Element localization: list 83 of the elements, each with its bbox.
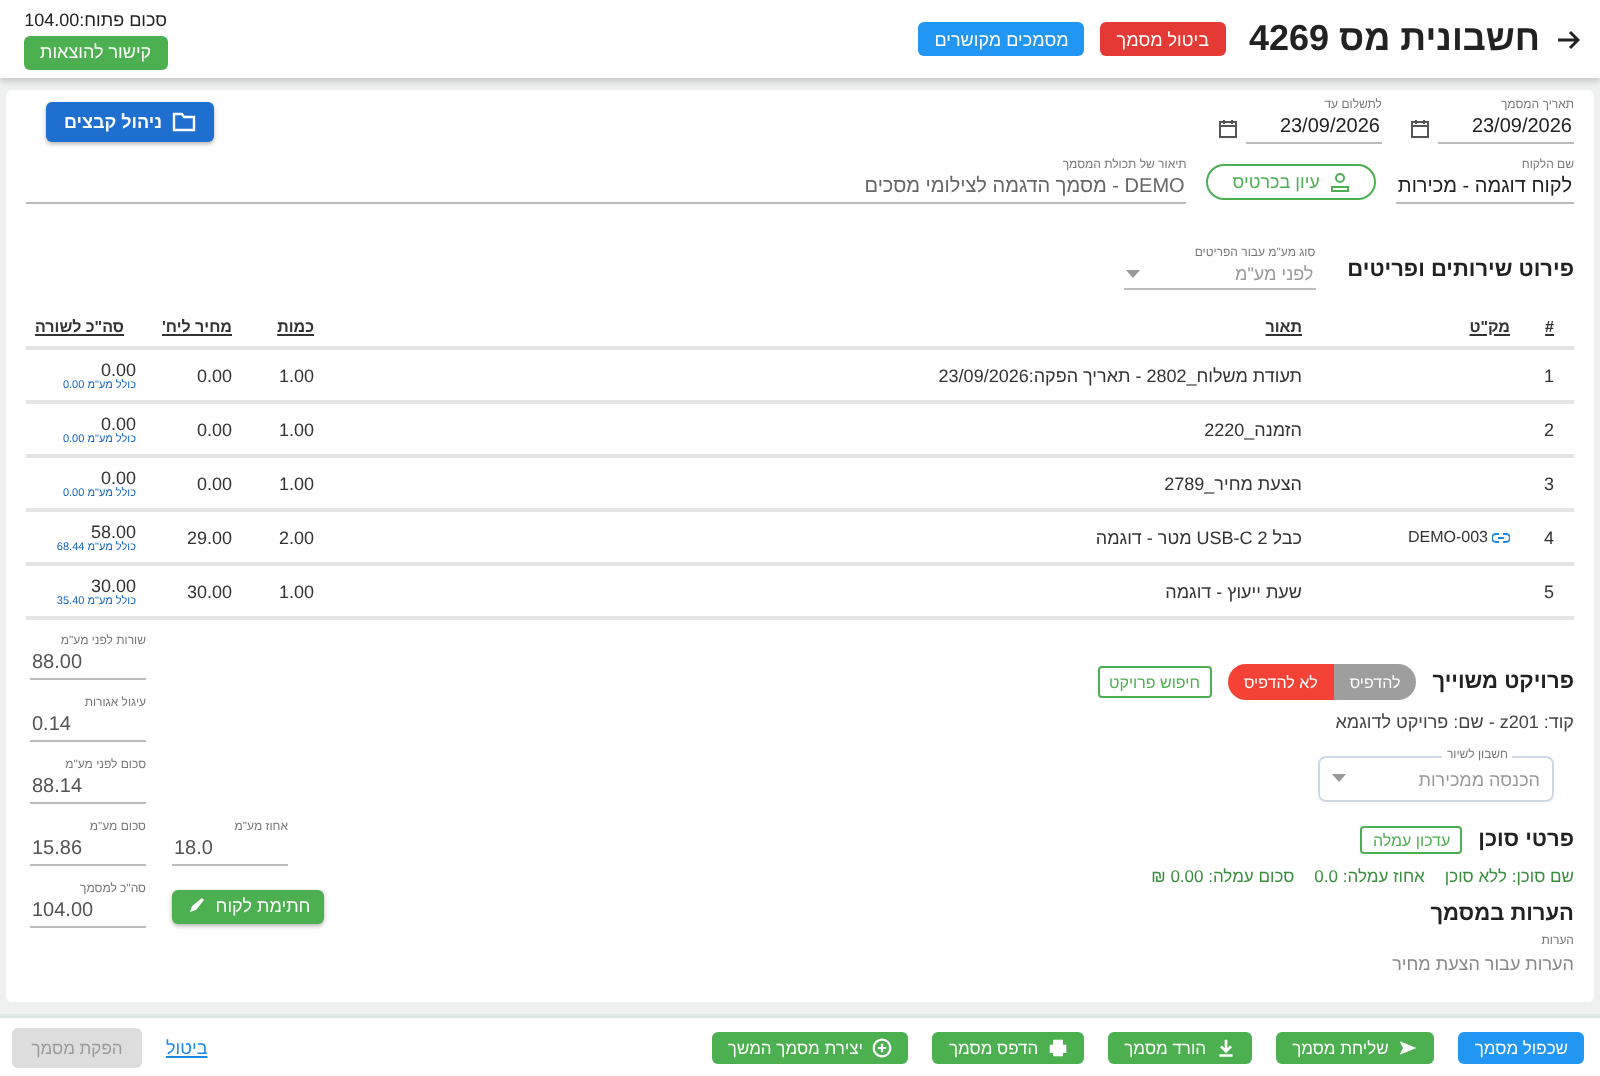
column-header[interactable]: מחיר ליח' xyxy=(136,317,244,335)
row-number: 3 xyxy=(1541,473,1556,493)
column-header[interactable]: # xyxy=(1522,317,1574,335)
table-cell-text: 1.00 xyxy=(276,419,316,439)
table-cell: 0.00 xyxy=(100,359,136,379)
column-header[interactable]: סה"כ לשורה xyxy=(26,317,136,335)
plus-circle-icon xyxy=(872,1038,893,1058)
vat-type-select[interactable]: לפני מע"מ xyxy=(1123,260,1316,290)
cancel-link[interactable]: ביטול xyxy=(166,1038,208,1058)
column-header[interactable]: מק"ט xyxy=(1314,317,1522,335)
agent-detail: שם סוכן: ללא סוכן xyxy=(1444,866,1574,886)
printer-icon xyxy=(1048,1038,1069,1058)
vat-percent-field[interactable]: 18.0 xyxy=(172,834,288,866)
row-number: 1 xyxy=(1541,365,1556,385)
project-info: קוד: z201 - שם: פרויקט לדוגמא xyxy=(1333,712,1574,732)
open-balance: סכום פתוח:104.00 xyxy=(24,9,168,29)
customer-field[interactable]: לקוח דוגמה - מכירות xyxy=(1395,172,1574,204)
column-header[interactable]: כמות xyxy=(244,317,326,335)
table-cell-text: הצעת מחיר_2789 xyxy=(1162,473,1304,493)
table-cell-text: 29.00 xyxy=(184,527,234,547)
row-number: 4 xyxy=(1541,527,1556,547)
notes-field[interactable]: הערות עבור הצעת מחיר xyxy=(1074,954,1574,974)
back-arrow-icon[interactable] xyxy=(1556,27,1580,51)
header-button[interactable]: מסמכים מקושרים xyxy=(918,22,1085,56)
footer-button[interactable]: שליחת מסמך xyxy=(1276,1032,1435,1064)
row-number: 2 xyxy=(1541,419,1556,439)
section-title: פירוט שירותים ופריטים xyxy=(1347,257,1574,281)
sku-text: DEMO-003 xyxy=(1407,528,1488,546)
section-title: פרטי סוכן xyxy=(1478,828,1574,852)
signature-button[interactable]: חתימת לקוח xyxy=(172,889,324,923)
caret-icon[interactable] xyxy=(1125,269,1140,279)
table-cell: 0.00 xyxy=(100,413,136,433)
table-cell-text: 0.00 xyxy=(194,473,234,493)
table-cell-text: 2.00 xyxy=(276,527,316,547)
date-field[interactable]: 23/09/2026 xyxy=(1246,112,1382,144)
section-title: פרויקט משוייך xyxy=(1432,670,1574,694)
page-title: חשבונית מס 4269 xyxy=(1249,18,1540,60)
download-icon xyxy=(1216,1038,1237,1058)
table-cell-text: 0.00 xyxy=(194,365,234,385)
table-cell-text: תעודת משלוח_2802 - תאריך הפקה:23/09/2026 xyxy=(936,365,1304,385)
calendar-icon[interactable] xyxy=(1410,118,1430,138)
footer-button[interactable]: שכפול מסמך xyxy=(1458,1032,1584,1064)
date-field[interactable]: 23/09/2026 xyxy=(1438,112,1574,144)
row-number: 5 xyxy=(1541,581,1556,601)
total-field[interactable]: 15.86 xyxy=(30,834,146,866)
caret-icon[interactable] xyxy=(1332,774,1346,784)
table-cell-text: 0.00 xyxy=(194,419,234,439)
table-cell: 30.00 xyxy=(90,575,136,595)
total-field[interactable]: 0.14 xyxy=(30,710,146,742)
print-toggle-option[interactable]: לא להדפיס xyxy=(1227,664,1334,700)
section-title: הערות במסמך xyxy=(1428,902,1574,926)
table-cell-text: הזמנה_2220 xyxy=(1202,419,1304,439)
files-button[interactable]: ניהול קבצים xyxy=(46,102,215,142)
print-toggle-option[interactable]: להדפיס xyxy=(1333,664,1417,700)
header-button[interactable]: ביטול מסמך xyxy=(1100,22,1225,56)
table-cell: 0.00 xyxy=(100,467,136,487)
total-field[interactable]: 88.14 xyxy=(30,772,146,804)
table-cell: 58.00 xyxy=(90,521,136,541)
table-cell-text: 1.00 xyxy=(276,473,316,493)
send-icon xyxy=(1398,1038,1419,1058)
agent-detail: אחוז עמלה: 0.0 xyxy=(1314,866,1425,886)
table-cell-text: 1.00 xyxy=(276,365,316,385)
footer-button[interactable]: הדפס מסמך xyxy=(932,1032,1085,1064)
description-field[interactable]: DEMO - מסמך הדגמה לצילומי מסכים xyxy=(26,172,1187,204)
table-cell-text: 30.00 xyxy=(184,581,234,601)
total-field[interactable]: 104.00 xyxy=(30,896,146,928)
calendar-icon[interactable] xyxy=(1218,118,1238,138)
table-cell-text: כבל USB-C 2 מטר - דוגמה xyxy=(1093,527,1304,547)
column-header[interactable]: תאור xyxy=(326,317,1314,335)
total-field[interactable]: 88.00 xyxy=(30,648,146,680)
project-search-button[interactable]: חיפוש פרויקט xyxy=(1097,666,1212,698)
person-icon xyxy=(1329,172,1350,192)
expenses-button[interactable]: קישור להוצאות xyxy=(24,35,168,69)
commission-button[interactable]: עדכון עמלה xyxy=(1360,826,1463,854)
folder-icon xyxy=(172,112,197,132)
footer-button[interactable]: יצירת מסמך המשך xyxy=(711,1032,909,1064)
customer-card-button[interactable]: עיון בכרטיס xyxy=(1206,164,1376,200)
footer-button[interactable]: הורד מסמך xyxy=(1108,1032,1253,1064)
link-icon[interactable] xyxy=(1492,531,1510,543)
pencil-icon xyxy=(185,896,206,916)
agent-detail: סכום עמלה: 0.00 ₪ xyxy=(1151,866,1295,886)
table-cell-text: 1.00 xyxy=(276,581,316,601)
table-cell-text: שעת ייעוץ - דוגמה xyxy=(1163,581,1304,601)
